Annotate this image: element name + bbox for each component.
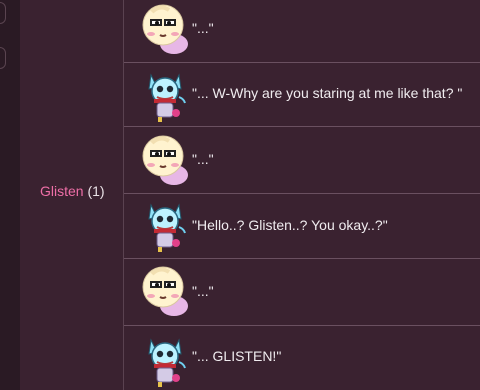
row-divider xyxy=(124,126,480,127)
message-row: "... GLISTEN!" xyxy=(124,326,480,390)
message-text: "..." xyxy=(192,20,214,36)
left-strip xyxy=(0,0,20,390)
cream-blob-avatar xyxy=(142,135,188,185)
message-text: "..." xyxy=(192,283,214,299)
message-text: "... GLISTEN!" xyxy=(192,348,282,364)
blue-cat-avatar xyxy=(148,338,186,387)
speaker-label[interactable]: Glisten (1) xyxy=(40,183,105,199)
message-row: "..." xyxy=(124,259,480,323)
message-row: "..." xyxy=(124,129,480,193)
message-row: "... W-Why are you staring at me like th… xyxy=(124,63,480,127)
speaker-count: (1) xyxy=(87,183,105,199)
message-row: "Hello..? Glisten..? You okay..?" xyxy=(124,193,480,257)
scroll-handle-bottom[interactable] xyxy=(0,47,6,69)
message-row: "..." xyxy=(124,0,480,62)
message-text: "Hello..? Glisten..? You okay..?" xyxy=(192,217,388,233)
blue-cat-avatar xyxy=(148,73,186,122)
blue-cat-avatar xyxy=(148,203,186,252)
cream-blob-avatar xyxy=(142,266,188,316)
scroll-handle-top[interactable] xyxy=(0,2,6,24)
speaker-name[interactable]: Glisten xyxy=(40,183,84,199)
message-text: "..." xyxy=(192,151,214,167)
cream-blob-avatar xyxy=(142,4,188,54)
message-text: "... W-Why are you staring at me like th… xyxy=(192,85,463,101)
